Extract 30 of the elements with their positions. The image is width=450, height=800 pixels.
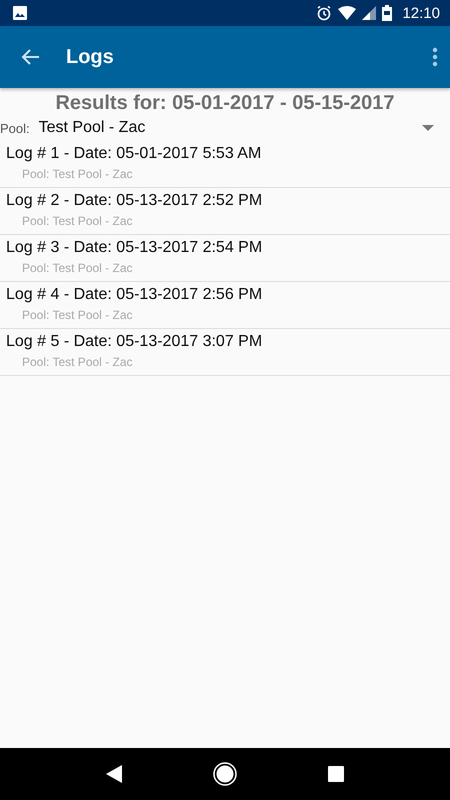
recents-nav-icon[interactable] <box>328 766 344 782</box>
image-icon <box>13 6 27 20</box>
log-title: Log # 5 - Date: 05-13-2017 3:07 PM <box>6 333 264 351</box>
status-time: 12:10 <box>402 4 440 22</box>
log-title: Log # 2 - Date: 05-13-2017 2:52 PM <box>6 192 264 210</box>
alarm-icon <box>316 5 332 21</box>
log-pool: Pool: Test Pool - Zac <box>22 167 134 181</box>
log-row[interactable]: Log # 2 - Date: 05-13-2017 2:52 PM Pool: Test Pool - Zac <box>0 188 450 235</box>
log-row[interactable]: Log # 4 - Date: 05-13-2017 2:56 PM Pool: Test Pool - Zac <box>0 282 450 329</box>
results-heading: Results for: 05-01-2017 - 05-15-2017 <box>54 92 396 115</box>
wifi-icon <box>338 6 356 20</box>
home-nav-icon[interactable] <box>212 762 237 786</box>
back-icon[interactable] <box>20 48 40 66</box>
log-title: Log # 4 - Date: 05-13-2017 2:56 PM <box>6 286 264 304</box>
log-pool: Pool: Test Pool - Zac <box>22 214 134 228</box>
pool-label: Pool: <box>0 120 30 136</box>
dropdown-caret-icon <box>422 125 434 131</box>
log-title: Log # 1 - Date: 05-01-2017 5:53 AM <box>6 145 262 163</box>
log-pool: Pool: Test Pool - Zac <box>22 261 134 275</box>
toolbar-title: Logs <box>66 46 115 68</box>
log-row[interactable]: Log # 1 - Date: 05-01-2017 5:53 AM Pool: Test Pool - Zac <box>0 141 450 188</box>
log-title: Log # 3 - Date: 05-13-2017 2:54 PM <box>6 239 264 257</box>
pool-dropdown[interactable]: Test Pool - Zac <box>38 119 434 137</box>
log-row[interactable]: Log # 5 - Date: 05-13-2017 3:07 PM Pool: Test Pool - Zac <box>0 329 450 376</box>
more-menu-icon[interactable] <box>432 47 438 67</box>
log-pool: Pool: Test Pool - Zac <box>22 308 134 322</box>
log-pool: Pool: Test Pool - Zac <box>22 355 134 369</box>
signal-icon <box>362 6 376 20</box>
log-row[interactable]: Log # 3 - Date: 05-13-2017 2:54 PM Pool: Test Pool - Zac <box>0 235 450 282</box>
back-nav-icon[interactable] <box>106 765 122 783</box>
